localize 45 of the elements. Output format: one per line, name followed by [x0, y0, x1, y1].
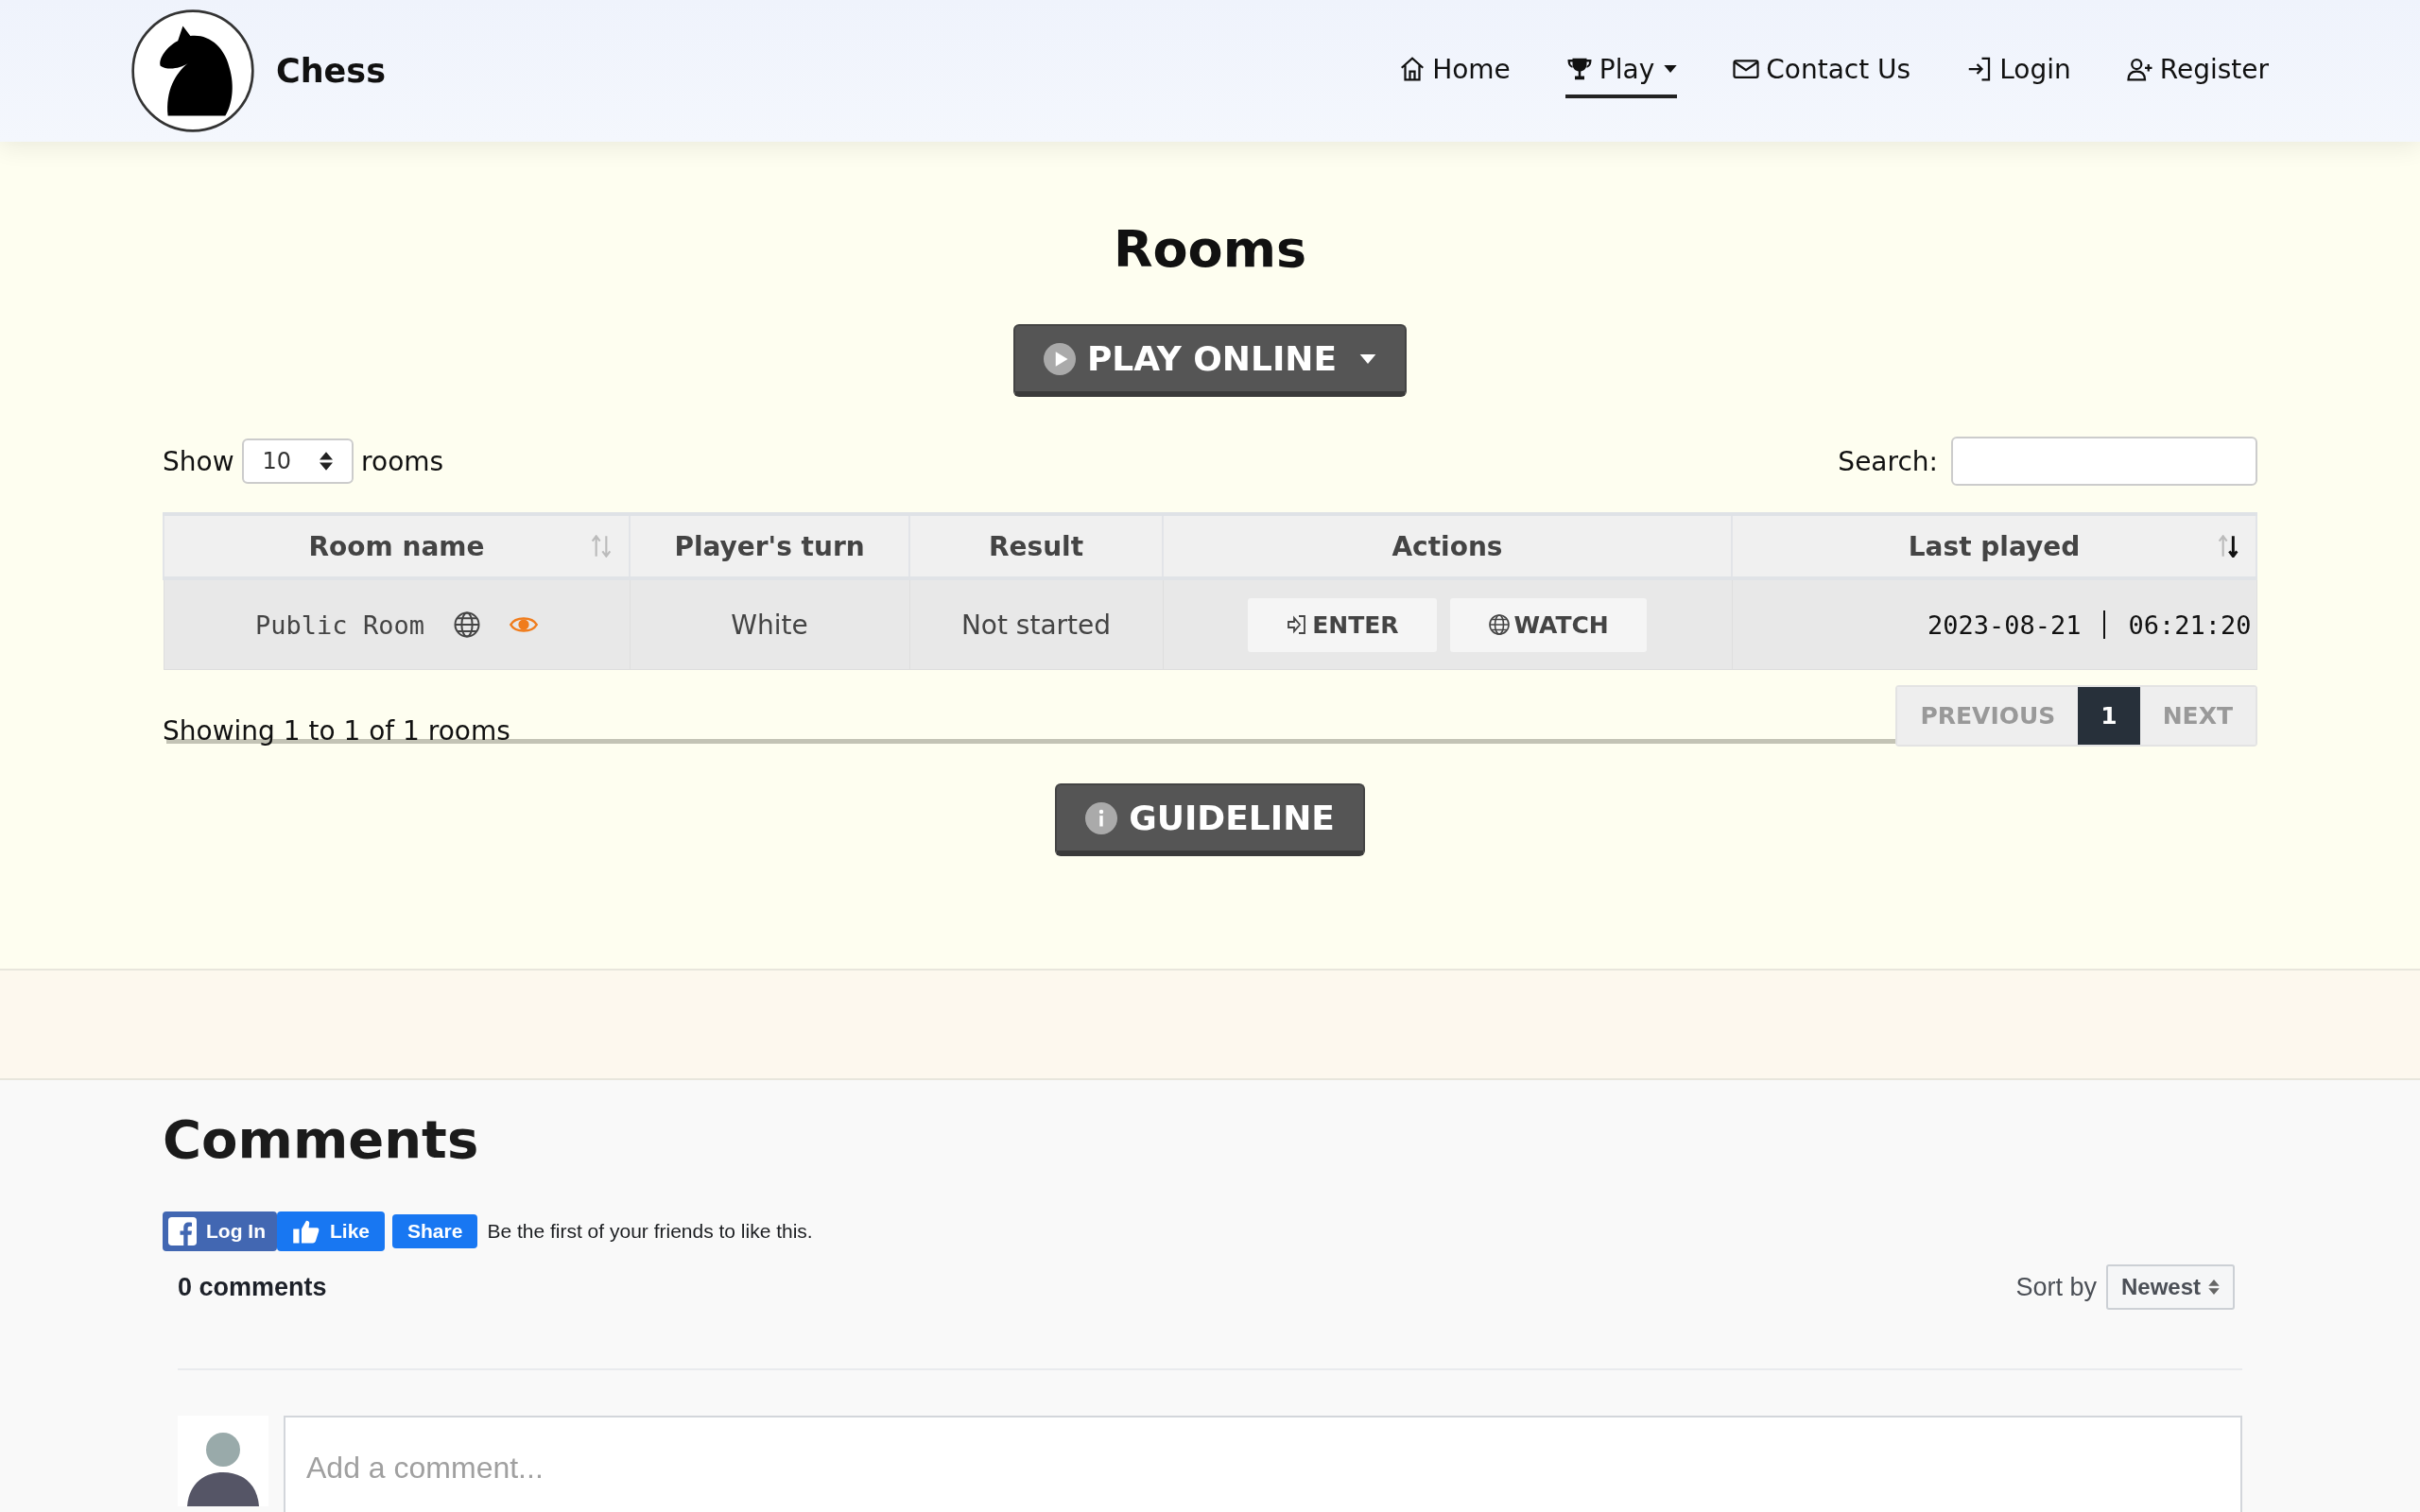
share-button[interactable]: Share — [392, 1214, 478, 1248]
like-prompt: Be the first of your friends to like this. — [487, 1220, 813, 1243]
nav-link[interactable]: Login — [1965, 43, 2071, 98]
comments-heading: Comments — [163, 1108, 480, 1170]
rooms-label: rooms — [361, 445, 444, 477]
column-header[interactable]: Result — [909, 514, 1163, 578]
enter-button[interactable]: ENTER — [1248, 597, 1437, 652]
date-text: 2023-08-21 — [1927, 610, 2082, 640]
up-down-icon — [2208, 1280, 2220, 1295]
nav-link[interactable]: Play — [1564, 43, 1678, 98]
search-field[interactable] — [1951, 437, 2257, 486]
page-size-select[interactable]: 10 — [241, 438, 354, 484]
brand-name[interactable]: Chess — [276, 52, 386, 90]
sort-select[interactable]: Newest — [2105, 1264, 2235, 1310]
column-header[interactable]: Player's turn — [630, 514, 909, 578]
nav-link[interactable]: Register — [2125, 43, 2269, 98]
caret-icon — [1359, 353, 1377, 364]
nav-link[interactable]: Contact Us — [1732, 43, 1911, 98]
column-header[interactable]: Actions — [1163, 514, 1732, 578]
info-icon — [1085, 801, 1118, 834]
column-header[interactable]: Room name — [164, 514, 630, 578]
play-icon — [1043, 342, 1076, 375]
room-name: Public Room — [255, 610, 424, 640]
page-title: Rooms — [1113, 219, 1307, 279]
up-down-icon — [320, 452, 334, 471]
time-text: 06:21:20 — [2128, 610, 2252, 640]
table-cell: Not started — [909, 578, 1163, 670]
comment-count: 0 comments — [178, 1272, 327, 1302]
like-button[interactable]: Like — [277, 1211, 385, 1251]
facebook-icon — [168, 1217, 197, 1246]
comment-field[interactable]: Add a comment... — [284, 1416, 2242, 1512]
table-cell: White — [630, 578, 909, 670]
column-header[interactable]: Last played — [1732, 514, 2256, 578]
horse-head-logo-icon[interactable] — [130, 9, 255, 133]
play-online-button[interactable]: PLAY ONLINE — [1012, 324, 1408, 397]
pagination-button[interactable]: 1 — [2078, 687, 2140, 745]
globe-icon — [1487, 613, 1511, 636]
watch-button[interactable]: WATCH — [1449, 597, 1647, 652]
show-label: Show — [163, 445, 234, 477]
search-label: Search: — [1838, 445, 1938, 477]
nav-link[interactable]: Home — [1398, 43, 1511, 98]
guideline-button[interactable]: GUIDELINE — [1055, 783, 1365, 856]
table-info: Showing 1 to 1 of 1 rooms — [163, 715, 510, 747]
sort-label: Sort by — [2015, 1272, 2097, 1302]
facebook-login-button[interactable]: Log In — [163, 1211, 277, 1251]
